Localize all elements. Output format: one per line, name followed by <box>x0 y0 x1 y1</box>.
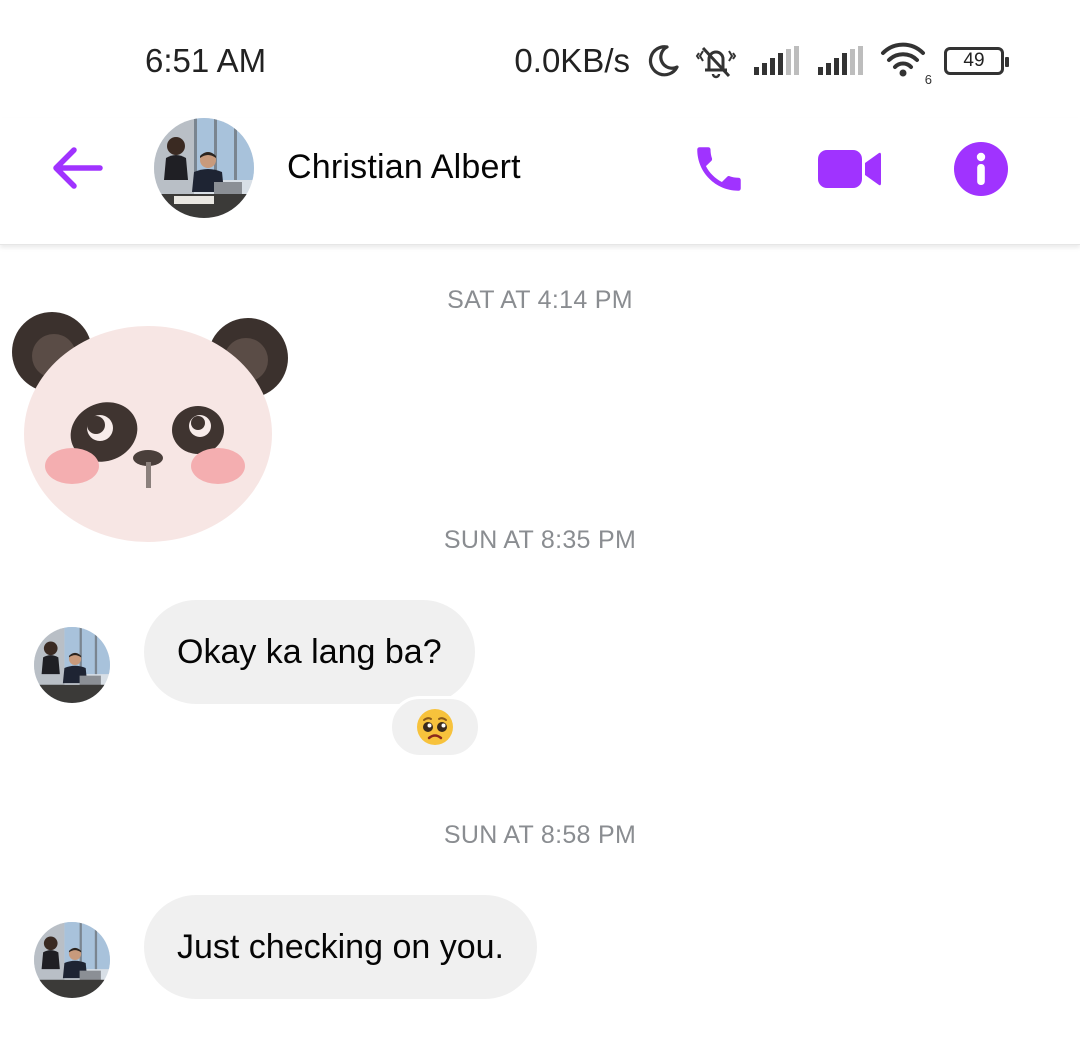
pleading-face-emoji <box>417 709 453 745</box>
conversation-info-button[interactable] <box>948 136 1014 202</box>
phone-icon <box>697 147 741 191</box>
status-bar: 6:51 AM 0.0KB/s 6 49 <box>0 0 1080 118</box>
wifi-badge: 6 <box>924 72 932 87</box>
message-text: Just checking on you. <box>177 927 504 966</box>
signal-icon <box>754 46 799 75</box>
panda-sticker[interactable] <box>8 306 288 542</box>
voice-call-button[interactable] <box>686 136 752 202</box>
status-icons: 0.0KB/s 6 49 <box>514 40 1009 87</box>
conversation-header: Christian Albert <box>0 118 1080 245</box>
sender-avatar[interactable] <box>34 627 110 703</box>
info-icon <box>954 142 1008 196</box>
signal-icon <box>818 46 863 75</box>
message-text: Okay ka lang ba? <box>177 632 442 671</box>
wifi-icon: 6 <box>880 41 932 87</box>
contact-avatar[interactable] <box>154 118 254 218</box>
status-time: 6:51 AM <box>145 42 267 79</box>
message-timestamp: SUN AT 8:58 PM <box>443 821 637 849</box>
back-arrow-icon <box>53 147 103 189</box>
sender-avatar[interactable] <box>34 922 110 998</box>
video-camera-icon <box>818 150 881 188</box>
avatar-photo <box>154 118 254 218</box>
avatar-photo <box>34 922 110 998</box>
message-timestamp: SUN AT 8:35 PM <box>443 526 637 554</box>
back-button[interactable] <box>46 140 108 196</box>
muted-bell-icon <box>695 46 737 79</box>
video-call-button[interactable] <box>816 136 882 202</box>
message-bubble[interactable]: Just checking on you. <box>144 895 537 999</box>
avatar-photo <box>34 627 110 703</box>
battery-icon: 49 <box>944 47 1009 75</box>
battery-level: 49 <box>963 50 985 71</box>
message-bubble[interactable]: Okay ka lang ba? <box>144 600 475 704</box>
contact-name[interactable]: Christian Albert <box>287 148 521 187</box>
network-speed: 0.0KB/s <box>514 42 630 79</box>
message-reaction[interactable] <box>389 696 481 758</box>
moon-icon <box>648 45 679 77</box>
